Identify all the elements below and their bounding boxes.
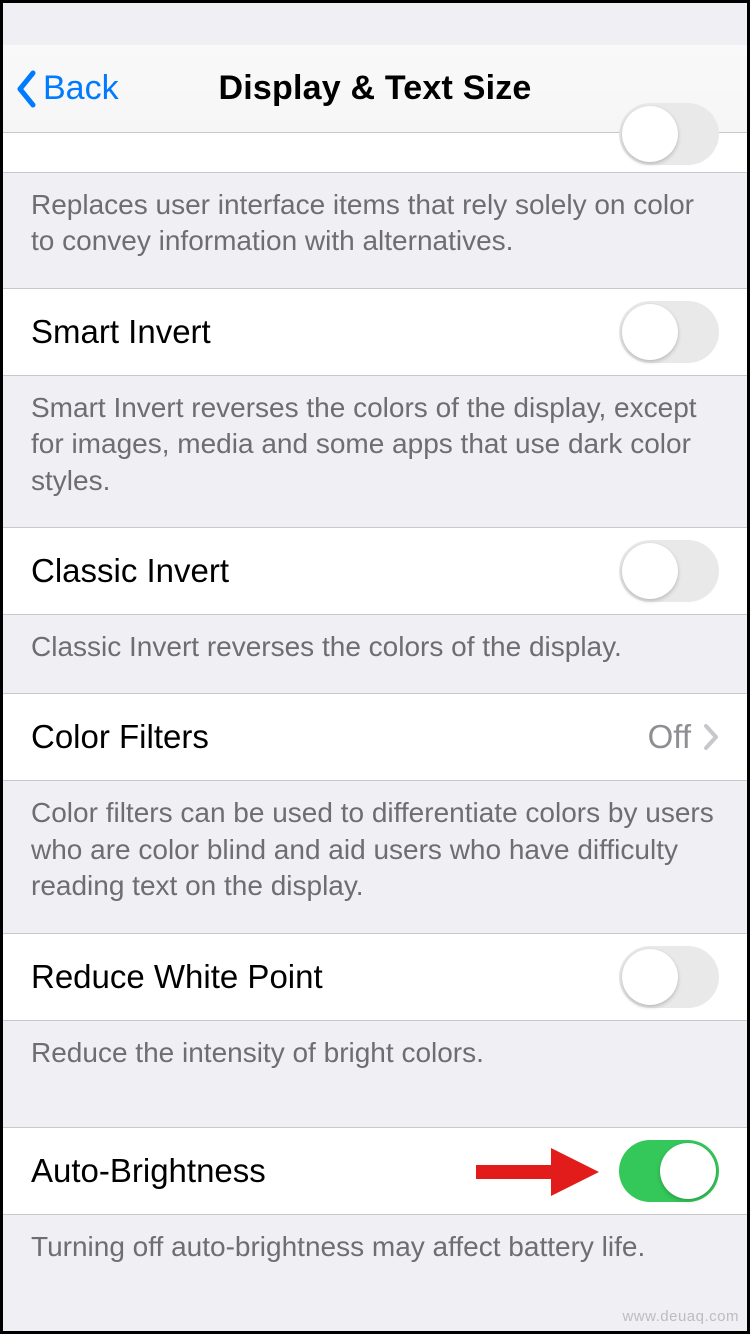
toggle-knob xyxy=(622,949,678,1005)
classic-invert-cell[interactable]: Classic Invert xyxy=(3,527,747,615)
differentiate-toggle[interactable] xyxy=(619,103,719,165)
smart-invert-toggle[interactable] xyxy=(619,301,719,363)
differentiate-footer: Replaces user interface items that rely … xyxy=(3,173,747,288)
auto-brightness-toggle[interactable] xyxy=(619,1140,719,1202)
color-filters-cell[interactable]: Color Filters Off xyxy=(3,693,747,781)
reduce-white-point-cell[interactable]: Reduce White Point xyxy=(3,933,747,1021)
smart-invert-cell[interactable]: Smart Invert xyxy=(3,288,747,376)
color-filters-footer: Color filters can be used to differentia… xyxy=(3,781,747,932)
smart-invert-footer: Smart Invert reverses the colors of the … xyxy=(3,376,747,527)
reduce-white-point-toggle[interactable] xyxy=(619,946,719,1008)
section-gap xyxy=(3,1091,747,1127)
back-label: Back xyxy=(43,69,119,108)
classic-invert-toggle[interactable] xyxy=(619,540,719,602)
classic-invert-footer: Classic Invert reverses the colors of th… xyxy=(3,615,747,693)
page-title: Display & Text Size xyxy=(218,69,531,108)
back-button[interactable]: Back xyxy=(15,45,119,132)
reduce-white-point-footer: Reduce the intensity of bright colors. xyxy=(3,1021,747,1091)
auto-brightness-footer: Turning off auto-brightness may affect b… xyxy=(3,1215,747,1293)
auto-brightness-cell[interactable]: Auto-Brightness xyxy=(3,1127,747,1215)
smart-invert-label: Smart Invert xyxy=(31,313,619,351)
toggle-knob xyxy=(622,304,678,360)
toggle-knob xyxy=(660,1143,716,1199)
color-filters-label: Color Filters xyxy=(31,718,648,756)
reduce-white-point-label: Reduce White Point xyxy=(31,958,619,996)
watermark: www.deuaq.com xyxy=(622,1308,739,1325)
color-filters-value: Off xyxy=(648,718,691,756)
chevron-right-icon xyxy=(703,723,719,751)
auto-brightness-label: Auto-Brightness xyxy=(31,1152,619,1190)
toggle-knob xyxy=(622,106,678,162)
chevron-left-icon xyxy=(15,70,37,108)
differentiate-without-color-cell[interactable] xyxy=(3,133,747,173)
toggle-knob xyxy=(622,543,678,599)
classic-invert-label: Classic Invert xyxy=(31,552,619,590)
